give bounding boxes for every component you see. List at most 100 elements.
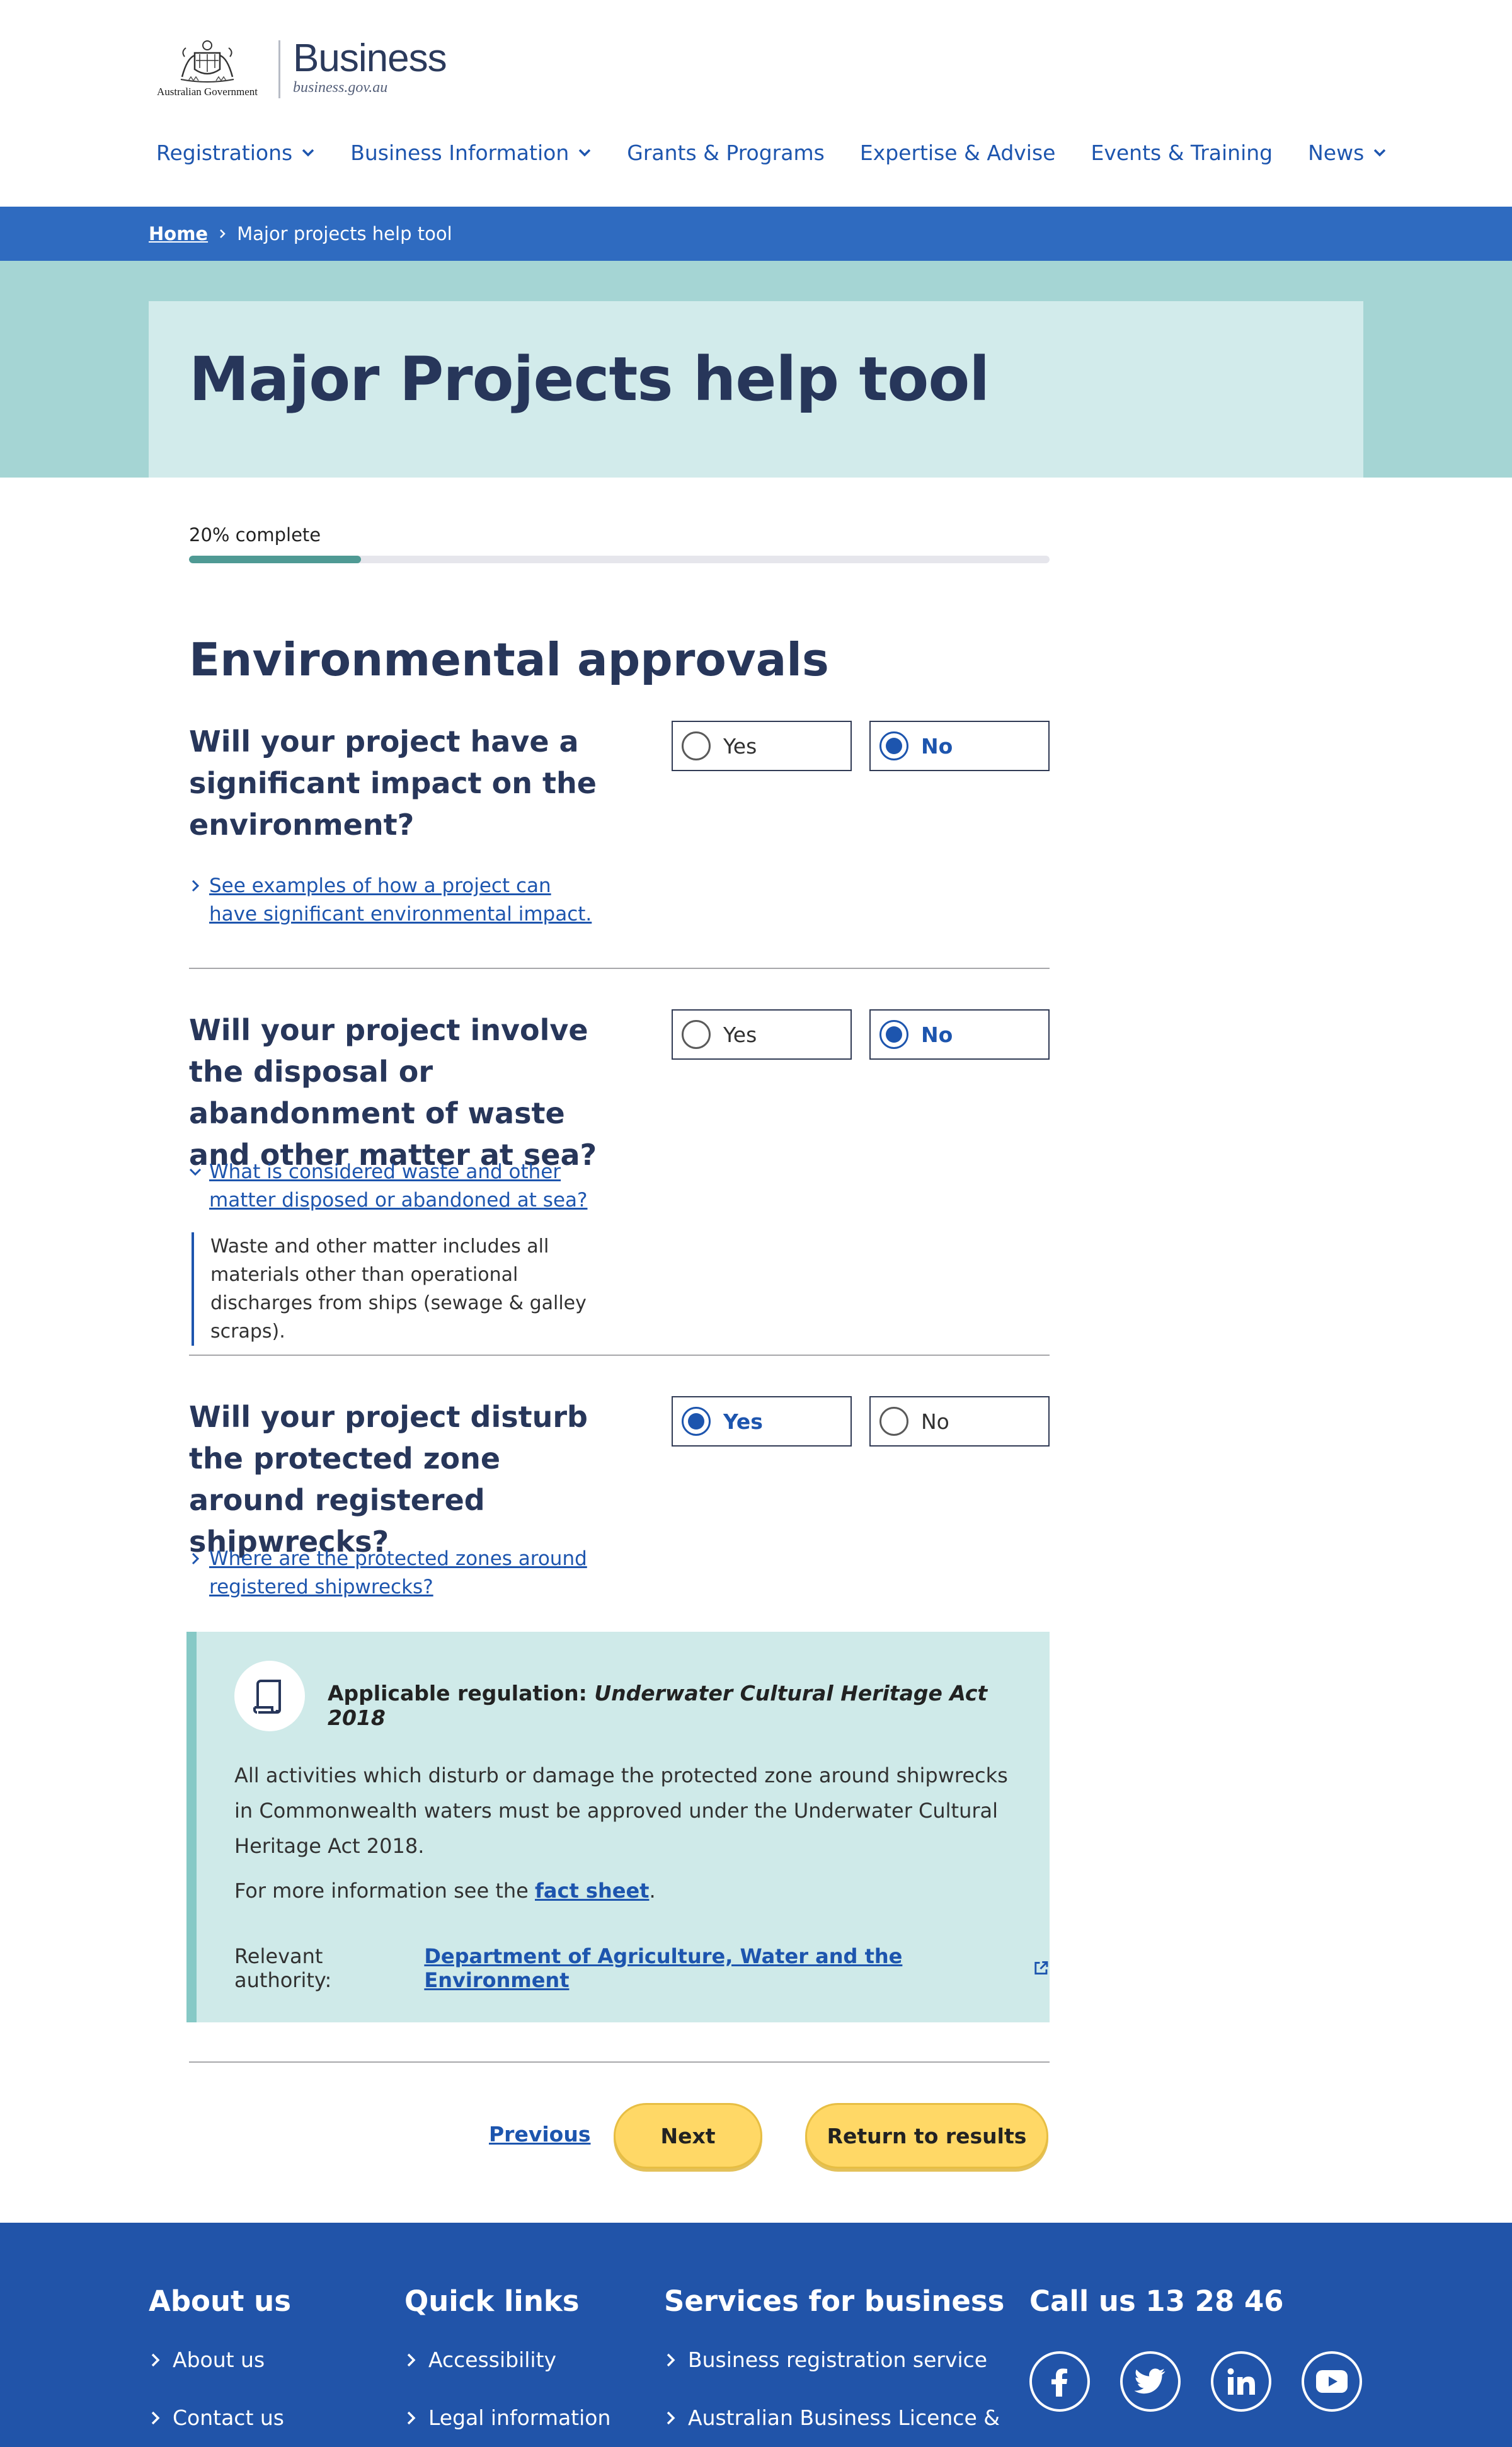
footer-link-label: Accessibility (428, 2347, 557, 2372)
nav-item-label: Events & Training (1091, 140, 1273, 165)
brand-name: Business (293, 37, 447, 80)
footer-link-business-registration[interactable]: Business registration service (664, 2347, 987, 2372)
expandable-link[interactable]: Where are the protected zones around reg… (189, 1545, 605, 1602)
radio-circle (682, 1020, 711, 1049)
logo-divider (278, 40, 280, 98)
footer-link-about-us[interactable]: About us (149, 2347, 265, 2372)
brand-url: business.gov.au (293, 79, 388, 96)
footer-link-accessibility[interactable]: Accessibility (404, 2347, 556, 2372)
radio-no[interactable]: No (869, 721, 1050, 771)
radio-circle (682, 731, 711, 760)
facebook-icon[interactable] (1029, 2351, 1090, 2412)
radio-circle-selected (879, 1020, 908, 1049)
footer-col-quick-links: Quick links Accessibility Legal informat… (404, 2284, 610, 2430)
chevron-right-icon (192, 880, 200, 892)
chevron-right-icon (192, 1552, 200, 1565)
more-info-prefix: For more information see the (234, 1879, 529, 1903)
nav-item-label: News (1308, 140, 1365, 165)
nav-item-events-training[interactable]: Events & Training (1083, 140, 1280, 165)
nav-item-label: Expertise & Advise (859, 140, 1056, 165)
fact-sheet-link[interactable]: fact sheet (535, 1879, 649, 1903)
chevron-right-icon (667, 2353, 675, 2366)
more-info-suffix: . (649, 1879, 656, 1903)
chevron-right-icon (220, 229, 226, 238)
question-text: Will your project disturb the protected … (189, 1400, 588, 1559)
return-to-results-button[interactable]: Return to results (805, 2103, 1048, 2169)
regulation-heading: Applicable regulation: Underwater Cultur… (328, 1681, 1050, 1730)
chevron-down-icon (1374, 149, 1386, 157)
coat-of-arms: Australian Government (149, 39, 266, 102)
section-title: Environmental approvals (189, 633, 829, 686)
expandable-link-label: Where are the protected zones around reg… (209, 1547, 587, 1598)
footer-col-call-us: Call us 13 28 46 (1029, 2284, 1284, 2318)
chevron-down-icon (189, 1168, 202, 1176)
radio-yes[interactable]: Yes (672, 1009, 852, 1060)
twitter-icon[interactable] (1120, 2351, 1181, 2412)
expandable-link-label: What is considered waste and other matte… (209, 1160, 588, 1212)
regulation-body: All activities which disturb or damage t… (234, 1763, 1008, 1858)
footer-link-legal-information[interactable]: Legal information (404, 2405, 610, 2430)
divider (189, 968, 1050, 969)
site-footer: About us About us Contact us Quick links… (0, 2223, 1512, 2447)
regulation-label: Applicable regulation: (328, 1681, 587, 1705)
government-label: Australian Government (156, 86, 258, 98)
nav-item-expertise-advise[interactable]: Expertise & Advise (852, 140, 1063, 165)
site-logo[interactable]: Australian Government Business business.… (149, 39, 447, 102)
previous-button[interactable]: Previous (489, 2122, 590, 2146)
nav-item-business-information[interactable]: Business Information (343, 140, 599, 165)
brand: Business business.gov.au (293, 39, 447, 96)
next-button[interactable]: Next (614, 2103, 762, 2169)
radio-circle (879, 1407, 908, 1436)
progress-bar (189, 556, 1050, 563)
footer-col-about: About us About us Contact us (149, 2284, 291, 2430)
expandable-link-label: See examples of how a project can have s… (209, 874, 592, 926)
youtube-icon[interactable] (1302, 2351, 1362, 2412)
radio-no[interactable]: No (869, 1396, 1050, 1447)
hero-banner: Major Projects help tool (0, 261, 1512, 478)
footer-link-label: Business registration service (688, 2347, 988, 2372)
regulation-callout: Applicable regulation: Underwater Cultur… (186, 1632, 1050, 2022)
breadcrumb-home-link[interactable]: Home (149, 223, 208, 244)
linkedin-icon[interactable] (1211, 2351, 1271, 2412)
expandable-link[interactable]: What is considered waste and other matte… (189, 1158, 605, 1215)
breadcrumb: Home Major projects help tool (149, 207, 452, 261)
nav-item-label: Business Information (350, 140, 570, 165)
nav-item-label: Registrations (156, 140, 293, 165)
footer-link-label: About us (173, 2347, 265, 2372)
radio-yes[interactable]: Yes (672, 721, 852, 771)
footer-heading: Call us 13 28 46 (1029, 2284, 1284, 2318)
radio-label: No (921, 733, 953, 759)
regulation-authority: Relevant authority: Department of Agricu… (234, 1944, 1050, 1992)
chevron-down-icon (579, 149, 591, 157)
radio-circle-selected (682, 1407, 711, 1436)
chevron-down-icon (302, 149, 314, 157)
radio-label: No (921, 1022, 953, 1047)
expandable-link[interactable]: See examples of how a project can have s… (189, 872, 605, 929)
main-nav: Registrations Business Information Grant… (149, 135, 1414, 170)
site-header: Australian Government Business business.… (0, 0, 1512, 207)
divider (189, 1355, 1050, 1356)
hero-card: Major Projects help tool (149, 301, 1363, 478)
scroll-icon (234, 1661, 305, 1731)
footer-link-business-licence[interactable]: Australian Business Licence & (664, 2405, 1000, 2430)
radio-yes[interactable]: Yes (672, 1396, 852, 1447)
radio-label: Yes (723, 733, 757, 759)
authority-prefix: Relevant authority: (234, 1944, 332, 1992)
radio-no[interactable]: No (869, 1009, 1050, 1060)
footer-link-label: Contact us (173, 2405, 284, 2430)
nav-item-news[interactable]: News (1300, 140, 1394, 165)
footer-heading: About us (149, 2284, 291, 2318)
footer-link-contact-us[interactable]: Contact us (149, 2405, 284, 2430)
footer-link-label: Australian Business Licence & (688, 2405, 1000, 2430)
external-link-icon (1034, 1961, 1048, 1975)
nav-item-registrations[interactable]: Registrations (149, 140, 323, 165)
nav-item-label: Grants & Programs (627, 140, 825, 165)
chevron-right-icon (151, 2353, 160, 2366)
footer-heading: Services for business (664, 2284, 1005, 2318)
authority-link[interactable]: Department of Agriculture, Water and the… (424, 1944, 1026, 1992)
expanded-answer: Waste and other matter includes all mate… (192, 1232, 605, 1346)
nav-item-grants-programs[interactable]: Grants & Programs (619, 140, 832, 165)
divider (189, 2061, 1050, 2063)
breadcrumb-current: Major projects help tool (237, 223, 452, 244)
footer-link-label: Legal information (428, 2405, 611, 2430)
